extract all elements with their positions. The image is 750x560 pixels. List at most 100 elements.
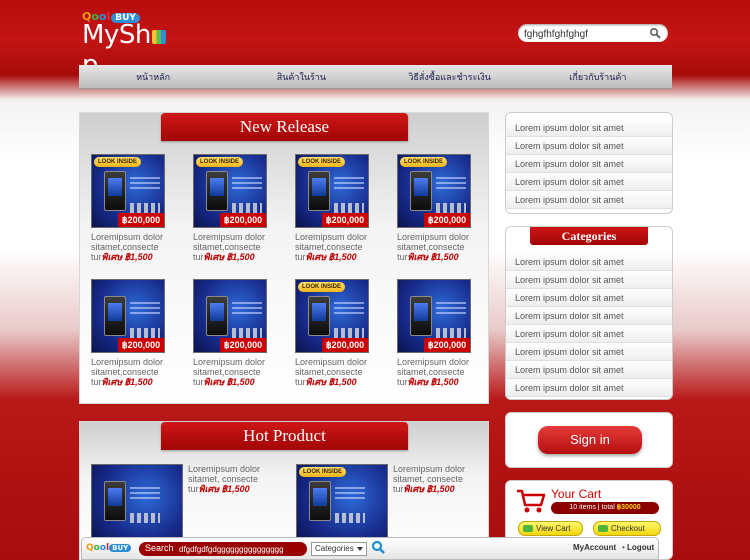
product-image[interactable] [91, 464, 183, 544]
phone-image [104, 481, 126, 521]
decor [436, 177, 466, 179]
price-tag: ฿200,000 [424, 213, 470, 227]
product-desc: Loremipsum dolor sitamet,consecte turพิเ… [295, 357, 371, 387]
product-card[interactable]: LOOK INSIDE ฿200,000 Loremipsum dolor sit… [295, 154, 371, 262]
logo-buy: BUY [109, 544, 132, 552]
product-card[interactable]: LOOK INSIDE ฿200,000 Loremipsum dolor sit… [193, 154, 269, 262]
decor [334, 328, 364, 338]
look-inside-badge: LOOK INSIDE [299, 467, 347, 477]
sidebar-link[interactable]: Lorem ipsum dolor sit amet [506, 155, 672, 173]
checkout-label: Checkout [611, 524, 645, 533]
logout-link[interactable]: Logout [622, 543, 654, 552]
checkout-button[interactable]: Checkout [593, 521, 661, 536]
decor [232, 328, 262, 338]
decor [232, 203, 262, 213]
bottom-toolbar: QoolBUY Search Categories MyAccount Logo… [81, 537, 659, 560]
shopping-bag-icon [151, 30, 166, 44]
new-release-title: New Release [161, 113, 408, 141]
decor [232, 177, 262, 179]
product-image[interactable]: ฿200,000 [91, 279, 165, 353]
view-cart-button[interactable]: View Cart [518, 521, 583, 536]
phone-image [309, 481, 331, 521]
price-tag: ฿200,000 [424, 338, 470, 352]
nav-item-how-to-order[interactable]: วิธีสั่งซื้อและชำระเงิน [376, 65, 524, 88]
category-item[interactable]: Lorem ipsum dolor sit amet [506, 271, 672, 289]
price-tag: ฿200,000 [220, 338, 266, 352]
signin-button[interactable]: Sign in [538, 426, 642, 454]
decor [130, 177, 160, 179]
search-icon[interactable] [649, 27, 661, 39]
phone-image [308, 296, 330, 336]
price-tag: ฿200,000 [322, 338, 368, 352]
sale-price: พิเศษ ฿1,500 [305, 377, 357, 387]
sidebar-link[interactable]: Lorem ipsum dolor sit amet [506, 191, 672, 209]
product-card[interactable]: ฿200,000 Loremipsum dolor sitamet,consec… [397, 279, 473, 387]
nav-item-about[interactable]: เกี่ยวกับร้านค้า [524, 65, 672, 88]
toolbar-search-input[interactable] [179, 543, 304, 555]
sale-price: พิเศษ ฿1,500 [403, 484, 455, 494]
decor [436, 203, 466, 213]
nav-item-products[interactable]: สินค้าในร้าน [227, 65, 375, 88]
price-tag: ฿200,000 [118, 338, 164, 352]
price-tag: ฿200,000 [118, 213, 164, 227]
product-card[interactable]: LOOK INSIDE ฿200,000 Loremipsum dolor sit… [295, 279, 371, 387]
logo-letter: Q [86, 543, 94, 553]
product-desc: Loremipsum dolor sitamet,consecte turพิเ… [91, 232, 167, 262]
phone-image [308, 171, 330, 211]
nav-item-home[interactable]: หน้าหลัก [79, 65, 227, 88]
category-item[interactable]: Lorem ipsum dolor sit amet [506, 325, 672, 343]
sidebar-link[interactable]: Lorem ipsum dolor sit amet [506, 173, 672, 191]
cart-summary: 10 items | total ฿30000 [551, 502, 659, 514]
product-card[interactable]: ฿200,000 Loremipsum dolor sitamet,consec… [193, 279, 269, 387]
product-image[interactable]: LOOK INSIDE [296, 464, 388, 544]
phone-image [410, 171, 432, 211]
category-item[interactable]: Lorem ipsum dolor sit amet [506, 307, 672, 325]
categories-box: Categories Lorem ipsum dolor sit amet Lo… [505, 226, 673, 400]
cart-total: ฿30000 [616, 504, 641, 511]
product-image[interactable]: LOOK INSIDE ฿200,000 [295, 154, 369, 228]
category-item[interactable]: Lorem ipsum dolor sit amet [506, 253, 672, 271]
look-inside-badge: LOOK INSIDE [298, 282, 346, 292]
decor [130, 328, 160, 338]
search-icon[interactable] [371, 540, 385, 554]
logo-text: MySh [82, 20, 151, 50]
category-item[interactable]: Lorem ipsum dolor sit amet [506, 343, 672, 361]
myaccount-link[interactable]: MyAccount [573, 543, 616, 552]
product-card[interactable]: LOOK INSIDE Loremipsum dolor sitamet, co… [296, 464, 486, 544]
product-image[interactable]: LOOK INSIDE ฿200,000 [193, 154, 267, 228]
search-input[interactable] [518, 25, 643, 44]
decor [335, 513, 365, 523]
sidebar-link[interactable]: Lorem ipsum dolor sit amet [506, 137, 672, 155]
chevron-down-icon [357, 547, 363, 551]
main-nav: หน้าหลัก สินค้าในร้าน วิธีสั่งซื้อและชำร… [79, 65, 672, 89]
product-card[interactable]: LOOK INSIDE ฿200,000 Loremipsum dolor sit… [397, 154, 473, 262]
product-image[interactable]: ฿200,000 [397, 279, 471, 353]
product-desc: Loremipsum dolor sitamet, consecte turพิ… [188, 464, 280, 494]
toolbar-search: Search [139, 542, 307, 556]
category-item[interactable]: Lorem ipsum dolor sit amet [506, 361, 672, 379]
price-tag: ฿200,000 [322, 213, 368, 227]
product-desc: Loremipsum dolor sitamet,consecte turพิเ… [91, 357, 167, 387]
phone-image [410, 296, 432, 336]
sale-price: พิเศษ ฿1,500 [305, 252, 357, 262]
product-image[interactable]: ฿200,000 [193, 279, 267, 353]
look-inside-badge: LOOK INSIDE [94, 157, 142, 167]
cart-items-text: 10 items | total [569, 504, 617, 511]
decor [436, 328, 466, 338]
decor [335, 487, 365, 489]
toolbar-logo[interactable]: Qool BUY [86, 543, 132, 553]
category-select[interactable]: Categories [311, 542, 367, 556]
product-image[interactable]: LOOK INSIDE ฿200,000 [91, 154, 165, 228]
decor [130, 302, 160, 304]
category-item[interactable]: Lorem ipsum dolor sit amet [506, 289, 672, 307]
site-logo[interactable]: QoolBUY MyShp [82, 10, 182, 80]
sidebar-link[interactable]: Lorem ipsum dolor sit amet [506, 119, 672, 137]
category-item[interactable]: Lorem ipsum dolor sit amet [506, 379, 672, 397]
signin-box: Sign in [505, 412, 673, 468]
product-card[interactable]: Loremipsum dolor sitamet, consecte turพิ… [91, 464, 281, 544]
product-image[interactable]: LOOK INSIDE ฿200,000 [295, 279, 369, 353]
product-card[interactable]: ฿200,000 Loremipsum dolor sitamet,consec… [91, 279, 167, 387]
product-card[interactable]: LOOK INSIDE ฿200,000 Loremipsum dolor sit… [91, 154, 167, 262]
decor [232, 302, 262, 304]
product-image[interactable]: LOOK INSIDE ฿200,000 [397, 154, 471, 228]
